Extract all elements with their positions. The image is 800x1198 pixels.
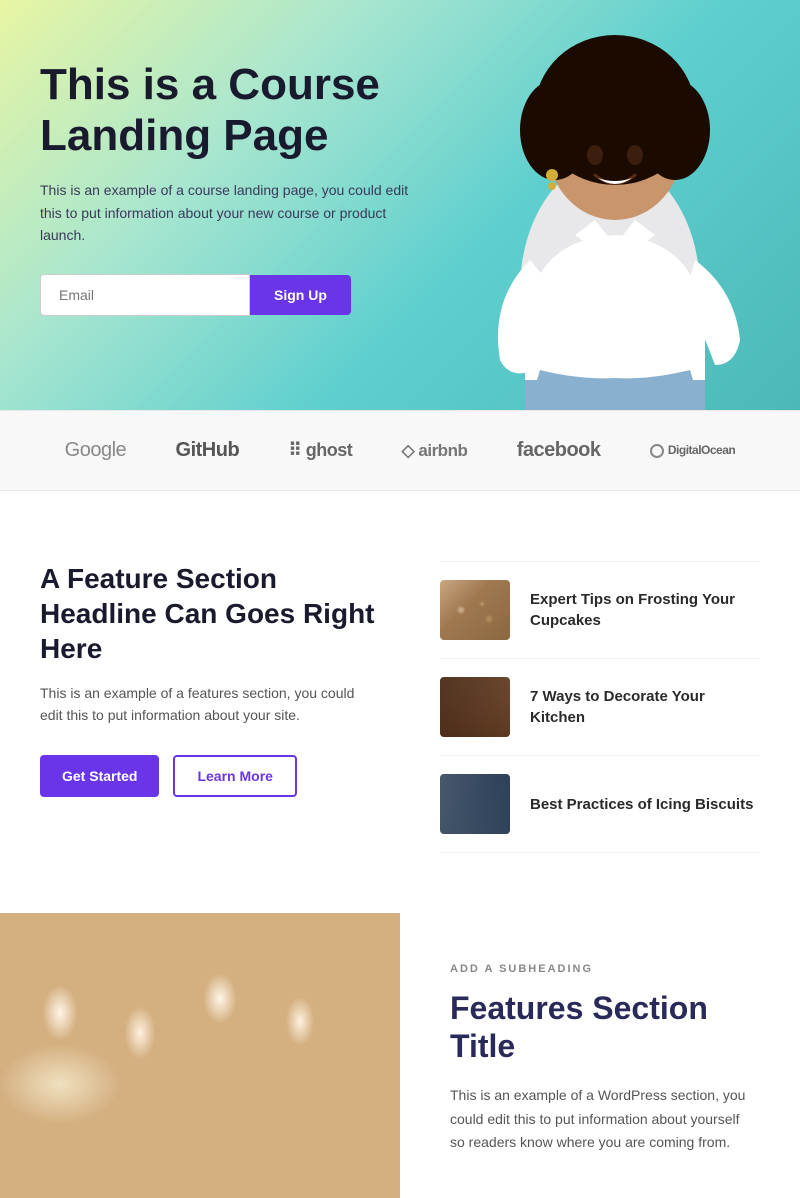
get-started-button[interactable]: Get Started — [40, 755, 159, 797]
learn-more-button[interactable]: Learn More — [173, 755, 296, 797]
logo-google: Google — [65, 439, 127, 462]
hero-title: This is a Course Landing Page — [40, 60, 460, 161]
bottom-section: ADD A SUBHEADING Features Section Title … — [0, 913, 800, 1198]
logo-airbnb: ◇ airbnb — [402, 441, 468, 461]
logo-ghost: ⠿ ghost — [289, 440, 353, 461]
article-item: 7 Ways to Decorate Your Kitchen — [440, 659, 760, 756]
logos-section: Google GitHub ⠿ ghost ◇ airbnb facebook … — [0, 410, 800, 491]
features-section: A Feature Section Headline Can Goes Righ… — [0, 491, 800, 913]
signup-button[interactable]: Sign Up — [250, 275, 351, 315]
hero-description: This is an example of a course landing p… — [40, 179, 410, 246]
features-headline: A Feature Section Headline Can Goes Righ… — [40, 561, 380, 666]
hero-content: This is a Course Landing Page This is an… — [40, 60, 460, 316]
logo-facebook: facebook — [517, 439, 601, 462]
article-item: Best Practices of Icing Biscuits — [440, 756, 760, 853]
hero-section: This is a Course Landing Page This is an… — [0, 0, 800, 410]
bottom-description: This is an example of a WordPress sectio… — [450, 1084, 750, 1155]
features-buttons: Get Started Learn More — [40, 755, 380, 797]
cupcakes-illustration — [0, 913, 400, 1193]
bottom-subheading: ADD A SUBHEADING — [450, 963, 750, 975]
article-title-2: 7 Ways to Decorate Your Kitchen — [530, 686, 760, 728]
features-right: Expert Tips on Frosting Your Cupcakes 7 … — [440, 561, 760, 853]
article-thumbnail-3 — [440, 774, 510, 834]
article-title-1: Expert Tips on Frosting Your Cupcakes — [530, 589, 760, 631]
features-description: This is an example of a features section… — [40, 682, 380, 727]
features-left: A Feature Section Headline Can Goes Righ… — [40, 561, 380, 797]
article-title-3: Best Practices of Icing Biscuits — [530, 794, 753, 815]
bottom-content: ADD A SUBHEADING Features Section Title … — [400, 913, 800, 1198]
bottom-image — [0, 913, 400, 1198]
logo-github: GitHub — [176, 439, 240, 462]
article-item: Expert Tips on Frosting Your Cupcakes — [440, 561, 760, 659]
email-field[interactable] — [40, 274, 250, 316]
bottom-title: Features Section Title — [450, 989, 750, 1066]
logo-digitalocean: DigitalOcean — [650, 443, 735, 458]
digitalocean-icon — [650, 444, 664, 458]
article-thumbnail-1 — [440, 580, 510, 640]
article-thumbnail-2 — [440, 677, 510, 737]
hero-form: Sign Up — [40, 274, 460, 316]
